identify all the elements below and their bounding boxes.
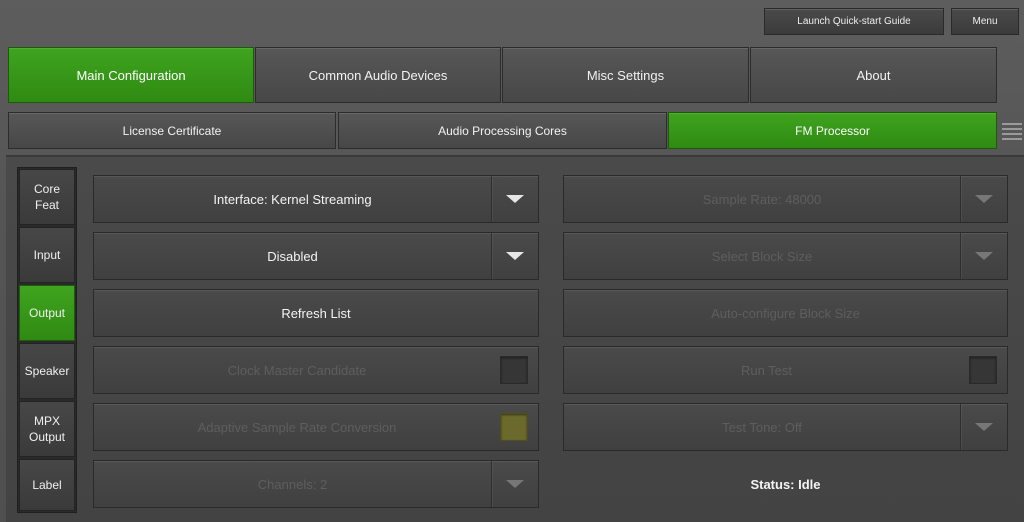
chevron-down-icon <box>961 404 1007 450</box>
status-text: Status: Idle <box>750 476 821 492</box>
adaptive-sample-rate-toggle[interactable]: Adaptive Sample Rate Conversion <box>93 403 539 451</box>
block-size-dropdown[interactable]: Select Block Size <box>563 232 1008 280</box>
sidebar-item-core-feat[interactable]: Core Feat <box>19 169 75 225</box>
refresh-list-button[interactable]: Refresh List <box>93 289 539 337</box>
tab-about[interactable]: About <box>750 47 997 103</box>
launch-quickstart-button[interactable]: Launch Quick-start Guide <box>764 8 944 35</box>
mode-dropdown[interactable]: Disabled <box>93 232 539 280</box>
tab-misc-settings[interactable]: Misc Settings <box>502 47 749 103</box>
tab-common-audio-devices[interactable]: Common Audio Devices <box>255 47 501 103</box>
chevron-down-icon <box>961 233 1007 279</box>
chevron-down-icon <box>492 461 538 507</box>
sidebar-item-output[interactable]: Output <box>19 285 75 341</box>
clock-master-candidate-toggle[interactable]: Clock Master Candidate <box>93 346 539 394</box>
sidebar-item-mpx-output[interactable]: MPX Output <box>19 401 75 457</box>
sidebar-item-input[interactable]: Input <box>19 227 75 283</box>
tab-main-configuration[interactable]: Main Configuration <box>8 47 254 103</box>
channels-dropdown[interactable]: Channels: 2 <box>93 460 539 508</box>
menu-button[interactable]: Menu <box>951 8 1019 35</box>
test-tone-dropdown[interactable]: Test Tone: Off <box>563 403 1008 451</box>
menu-grip-icon[interactable] <box>1002 120 1022 143</box>
checkbox[interactable] <box>969 356 997 384</box>
sidebar-item-speaker[interactable]: Speaker <box>19 343 75 399</box>
auto-configure-block-size-button[interactable]: Auto-configure Block Size <box>563 289 1008 337</box>
tab-fm-processor[interactable]: FM Processor <box>668 112 997 149</box>
run-test-toggle[interactable]: Run Test <box>563 346 1008 394</box>
tab-license-certificate[interactable]: License Certificate <box>8 112 336 149</box>
tab-audio-processing-cores[interactable]: Audio Processing Cores <box>338 112 667 149</box>
chevron-down-icon <box>961 176 1007 222</box>
checkbox[interactable] <box>500 413 528 441</box>
checkbox[interactable] <box>500 356 528 384</box>
interface-dropdown[interactable]: Interface: Kernel Streaming <box>93 175 539 223</box>
chevron-down-icon <box>492 176 538 222</box>
sidebar-item-label[interactable]: Label <box>19 459 75 511</box>
chevron-down-icon <box>492 233 538 279</box>
sample-rate-dropdown[interactable]: Sample Rate: 48000 <box>563 175 1008 223</box>
